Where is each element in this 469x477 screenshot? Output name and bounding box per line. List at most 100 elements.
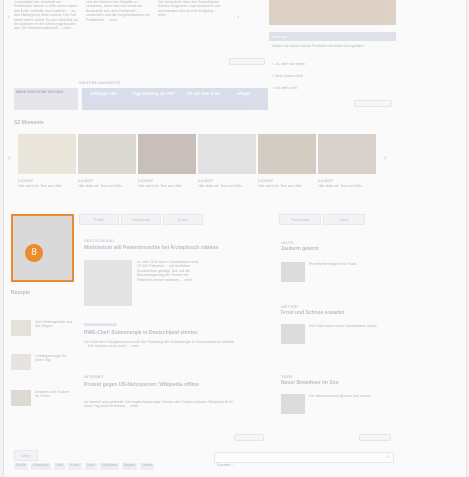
top-more-button[interactable] xyxy=(229,58,265,65)
footer-tab-1[interactable]: Politik xyxy=(14,463,28,470)
footer-tab-8[interactable]: Leben xyxy=(140,463,155,470)
right-item-2-title[interactable]: Frost und Schnee erwartet xyxy=(281,310,391,316)
right-item-2-kicker: Wetter xyxy=(281,304,298,309)
right-item-2-image[interactable] xyxy=(281,324,305,344)
poll-option-3[interactable]: ○ Ich weiß nicht xyxy=(272,86,392,90)
gallery-title: SZ Momente xyxy=(14,120,44,126)
right-item-3-kicker: Tiere xyxy=(281,374,293,379)
right-item-3-image[interactable] xyxy=(281,394,305,414)
poll-option-1-label: Ja, aber nur selten xyxy=(275,62,305,66)
banner-item-epaper[interactable]: ePaper xyxy=(237,91,263,96)
gallery-caption-3[interactable]: Hier steht ein Text zum Bild xyxy=(138,184,194,188)
footer-tab-7[interactable]: Bayern xyxy=(121,463,138,470)
article-3-title[interactable]: Protest gegen US-Netzsperren: Wikipedia … xyxy=(84,382,264,388)
gallery-kicker-5: Kicker xyxy=(258,178,273,183)
banner-section: Weitere Angebote NEUE DEUTSCHE ZEITUNG Z… xyxy=(4,80,269,110)
poll-option-2[interactable]: ○ Nein, bisher nicht xyxy=(272,74,392,78)
gallery-next-icon[interactable]: › xyxy=(384,153,387,162)
top-teaser-col3[interactable]: Die Gespräche über den Zukunftsplan wurd… xyxy=(158,0,223,60)
gallery-caption-2[interactable]: Hier steht ein Text zum Bild xyxy=(78,184,134,188)
gallery-thumb-3[interactable] xyxy=(138,134,196,174)
article-1-kicker: Deutschland xyxy=(84,238,115,243)
left-rail-item-2[interactable]: Lieblingsrezepte für jeden Tag xyxy=(35,354,73,363)
article-1-title[interactable]: Ministerium will Patientenrechte bei Ärz… xyxy=(84,245,264,251)
right-rail: Panorama Sport Leute Zaubern gelernt Pro… xyxy=(279,214,396,444)
tab-sport[interactable]: Sport xyxy=(323,214,365,225)
search-icon[interactable]: ⌕ xyxy=(387,454,390,460)
top-teaser-col1[interactable]: Journalisten der Ortschaft um Präsidenti… xyxy=(14,0,79,60)
footer: Mehr Politik Wirtschaft Geld Kultur Spor… xyxy=(4,450,466,477)
left-rail-item-3[interactable]: Desserts und Kuchen für Ferien xyxy=(35,390,73,399)
right-item-1-title[interactable]: Zaubern gelernt xyxy=(281,246,391,252)
right-item-1-text: Prominente zeigen ihre Tricks xyxy=(309,262,357,266)
main-more-button[interactable] xyxy=(234,434,264,441)
poll-submit-button[interactable] xyxy=(354,100,392,107)
left-rail-item-1[interactable]: Vier Wintergerichte aus der Region xyxy=(35,320,73,329)
banner-item-ipad[interactable]: SZ auf dem iPad xyxy=(187,91,227,96)
gallery-thumb-5[interactable] xyxy=(258,134,316,174)
article-1-image[interactable] xyxy=(84,260,132,306)
gallery-thumb-6[interactable] xyxy=(318,134,376,174)
gallery-caption-6[interactable]: Hier steht ein Text zum Bild xyxy=(318,184,374,188)
right-item-3-text: Der Nachwuchs ist gesund und munter xyxy=(309,394,371,398)
right-item-1-image[interactable] xyxy=(281,262,305,282)
gallery-section: SZ Momente ‹ › Kicker Kicker Kicker Kick… xyxy=(4,120,466,210)
footer-search-input[interactable] xyxy=(215,461,309,468)
right-rail-more-button[interactable] xyxy=(359,434,391,441)
banner-logo[interactable]: NEUE DEUTSCHE ZEITUNG xyxy=(14,88,78,110)
left-rail-thumb-3[interactable] xyxy=(11,390,31,406)
gallery-kicker-2: Kicker xyxy=(78,178,93,183)
top-teaser-section: ‹ Journalisten der Ortschaft um Präsiden… xyxy=(4,0,466,70)
ad-slot[interactable]: 8 xyxy=(11,214,74,282)
gallery-caption-1[interactable]: Hier steht ein Text zum Bild xyxy=(18,184,74,188)
gallery-caption-4[interactable]: Hier steht ein Text zum Bild xyxy=(198,184,254,188)
poll-question: Haben Sie schon einmal Probleme mit Ihre… xyxy=(272,44,365,48)
left-rail: Rezepte Vier Wintergerichte aus der Regi… xyxy=(11,290,74,440)
article-2-title[interactable]: RWE-Chef: Solarenergie in Deutschland si… xyxy=(84,330,264,336)
gallery-kicker-3: Kicker xyxy=(138,178,153,183)
left-rail-thumb-2[interactable] xyxy=(11,354,31,370)
top-right-image[interactable] xyxy=(269,0,396,25)
gallery-kicker-1: Kicker xyxy=(18,178,33,183)
right-item-3-title[interactable]: Neuer Bewohner im Zoo xyxy=(281,380,391,386)
top-teaser-col2[interactable]: Um den Rahmen der Begriffe zu verstehen,… xyxy=(86,0,151,60)
tab-politik[interactable]: Politik xyxy=(79,214,119,225)
footer-tab-2[interactable]: Wirtschaft xyxy=(30,463,51,470)
poll-option-2-label: Nein, bisher nicht xyxy=(275,74,303,78)
carousel-prev-icon[interactable]: ‹ xyxy=(8,14,10,21)
carousel-next-icon[interactable]: › xyxy=(237,14,239,21)
banner-label: Weitere Angebote xyxy=(79,80,121,85)
banner-logo-text: NEUE DEUTSCHE ZEITUNG xyxy=(16,90,64,94)
ad-badge: 8 xyxy=(25,244,43,262)
tab-wirtschaft[interactable]: Wirtschaft xyxy=(121,214,161,225)
footer-search-box: ⌕ xyxy=(214,452,394,468)
gallery-kicker-6: Kicker xyxy=(318,178,333,183)
footer-tab-5[interactable]: Sport xyxy=(84,463,98,470)
article-2-body: Der Chef des Energiekonzerns hält die Fö… xyxy=(84,340,234,349)
banner-items: Zeitungs-Abo Tageszeitung als PDF SZ auf… xyxy=(82,88,268,110)
banner-item-pdf[interactable]: Tageszeitung als PDF xyxy=(132,91,176,96)
right-item-2-text: Die Kälte kommt nach Deutschland zurück xyxy=(309,324,377,328)
right-item-1-kicker: Leute xyxy=(281,240,294,245)
footer-tab-3[interactable]: Geld xyxy=(53,463,66,470)
banner-item-abo[interactable]: Zeitungs-Abo xyxy=(90,91,122,96)
article-3-kicker: Internet xyxy=(84,374,104,379)
gallery-thumb-1[interactable] xyxy=(18,134,76,174)
footer-label-tab[interactable]: Mehr xyxy=(14,450,38,461)
left-rail-thumb-1[interactable] xyxy=(11,320,31,336)
footer-tab-4[interactable]: Kultur xyxy=(68,463,82,470)
gallery-prev-icon[interactable]: ‹ xyxy=(8,153,11,162)
tab-panorama[interactable]: Panorama xyxy=(279,214,321,225)
gallery-kicker-4: Kicker xyxy=(198,178,213,183)
footer-tabs: Politik Wirtschaft Geld Kultur Sport Mün… xyxy=(14,463,204,470)
article-2-kicker: Energiewende xyxy=(84,322,117,327)
tab-kultur[interactable]: Kultur xyxy=(163,214,203,225)
page-frame: ‹ Journalisten der Ortschaft um Präsiden… xyxy=(3,0,467,477)
gallery-thumb-2[interactable] xyxy=(78,134,136,174)
gallery-caption-5[interactable]: Hier steht ein Text zum Bild xyxy=(258,184,314,188)
gallery-thumb-4[interactable] xyxy=(198,134,256,174)
article-3-body: Im Internet wird gestreikt: Die englisch… xyxy=(84,400,234,409)
footer-tab-6[interactable]: München xyxy=(100,463,119,470)
poll-option-1[interactable]: ○ Ja, aber nur selten xyxy=(272,62,392,66)
poll-title: Umfrage xyxy=(272,34,288,39)
